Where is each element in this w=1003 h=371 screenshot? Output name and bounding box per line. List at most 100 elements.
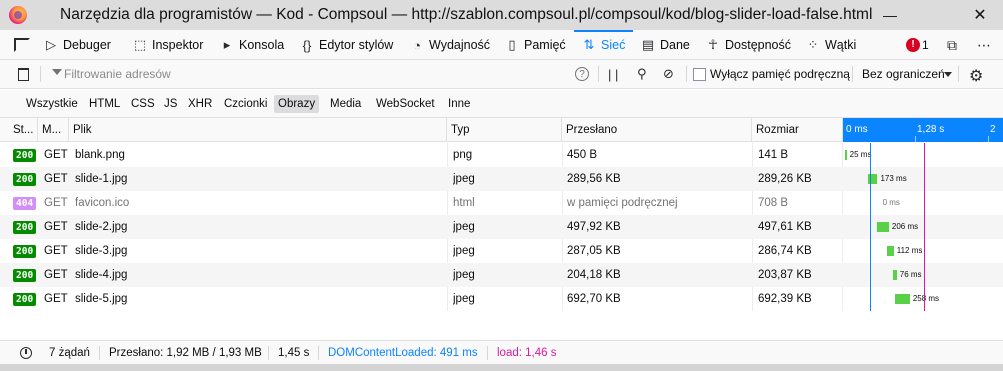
table-row[interactable]: 200 GET slide-1.jpg jpeg 289,56 KB 289,2…: [0, 167, 1003, 191]
finish-time: 1,45 s: [278, 347, 310, 359]
clear-log-icon[interactable]: [18, 68, 29, 81]
file-cell: slide-3.jpg: [75, 245, 128, 257]
dock-icon[interactable]: ⧉: [947, 30, 957, 60]
waterfall-tick: 0 ms: [846, 124, 868, 135]
table-row[interactable]: 200 GET slide-5.jpg jpeg 692,70 KB 692,3…: [0, 287, 1003, 311]
dom-content-loaded-marker: [870, 143, 871, 311]
table-row[interactable]: 200 GET slide-3.jpg jpeg 287,05 KB 286,7…: [0, 239, 1003, 263]
tab-performance[interactable]: ◔ Wydajność: [410, 30, 490, 60]
column-transferred[interactable]: Przesłano: [562, 118, 752, 142]
filter-other-button[interactable]: Inne: [444, 95, 474, 113]
file-cell: favicon.ico: [75, 197, 130, 209]
tab-label: Wydajność: [429, 38, 491, 52]
help-icon[interactable]: ?: [575, 67, 589, 81]
tab-inspector[interactable]: ⬚ Inspektor: [133, 30, 204, 60]
filter-js-button[interactable]: JS: [160, 95, 181, 113]
minimize-button[interactable]: —: [867, 0, 913, 30]
tab-debugger[interactable]: ▷ Debuger: [44, 30, 111, 60]
filter-websocket-button[interactable]: WebSocket: [372, 95, 439, 113]
type-cell: jpeg: [453, 293, 475, 305]
search-icon[interactable]: ⚲: [637, 65, 647, 83]
column-file[interactable]: Plik: [69, 118, 447, 142]
table-row[interactable]: 200 GET slide-2.jpg jpeg 497,92 KB 497,6…: [0, 215, 1003, 239]
toolbox-tabs: ▷ Debuger ⬚ Inspektor ▸ Konsola {} Edyto…: [0, 30, 1003, 60]
stopwatch-icon[interactable]: [20, 347, 32, 359]
type-cell: jpeg: [453, 269, 475, 281]
filter-icon: [52, 69, 62, 75]
tab-label: Sieć: [601, 38, 626, 52]
column-method[interactable]: M...: [38, 118, 69, 142]
column-size[interactable]: Rozmiar: [752, 118, 843, 142]
duration-label: 25 ms: [849, 150, 872, 159]
divider: [268, 346, 269, 360]
divider: [598, 66, 599, 82]
pause-icon[interactable]: | |: [608, 65, 618, 83]
table-row[interactable]: 404 GET favicon.ico html w pamięci podrę…: [0, 191, 1003, 215]
tab-label: Wątki: [825, 38, 857, 52]
column-type[interactable]: Typ: [447, 118, 562, 142]
file-cell: slide-4.jpg: [75, 269, 128, 281]
filter-html-button[interactable]: HTML: [85, 95, 124, 113]
type-cell: png: [453, 149, 473, 161]
table-row[interactable]: 200 GET slide-4.jpg jpeg 204,18 KB 203,8…: [0, 263, 1003, 287]
status-badge: 200: [13, 221, 37, 234]
tab-memory[interactable]: ▯ Pamięć: [505, 30, 565, 60]
tab-label: Dane: [660, 38, 690, 52]
tab-style-editor[interactable]: {} Edytor stylów: [300, 30, 394, 60]
url-filter-input[interactable]: [64, 65, 564, 83]
duration-label: 206 ms: [891, 222, 919, 231]
filter-media-button[interactable]: Media: [326, 95, 365, 113]
transferred-cell: w pamięci podręcznej: [567, 197, 678, 209]
duration-label: 112 ms: [896, 246, 923, 255]
close-button[interactable]: ✕: [957, 0, 1003, 30]
method-cell: GET: [44, 245, 68, 257]
tab-network[interactable]: ⇅ Sieć: [573, 30, 634, 60]
filter-xhr-button[interactable]: XHR: [184, 95, 216, 113]
transferred-cell: 450 B: [567, 149, 598, 161]
tab-console[interactable]: ▸ Konsola: [220, 30, 284, 60]
console-icon: ▸: [223, 37, 231, 52]
column-waterfall[interactable]: 0 ms 1,28 s 2: [843, 118, 1003, 142]
status-badge: 200: [13, 149, 37, 162]
size-cell: 692,39 KB: [758, 293, 812, 305]
divider: [487, 346, 488, 360]
size-cell: 141 B: [758, 149, 789, 161]
column-status[interactable]: St...: [9, 118, 38, 142]
disable-cache-checkbox[interactable]: [693, 68, 706, 81]
filter-fonts-button[interactable]: Czcionki: [220, 95, 271, 113]
duration-label: 76 ms: [899, 270, 922, 279]
block-icon[interactable]: ⊘: [663, 65, 674, 83]
accessibility-icon: ☥: [708, 37, 718, 52]
gear-icon[interactable]: ⚙: [969, 66, 983, 86]
element-picker-icon[interactable]: [14, 38, 30, 52]
table-row[interactable]: 200 GET blank.png png 450 B 141 B 25 ms: [0, 143, 1003, 167]
window-title: Narzędzia dla programistów — Kod - Comps…: [60, 6, 873, 23]
tab-accessibility[interactable]: ☥ Dostępność: [706, 30, 791, 60]
title-bar: Narzędzia dla programistów — Kod - Comps…: [0, 0, 1003, 30]
tab-threads[interactable]: ⁘ Wątki: [806, 30, 857, 60]
more-options-icon[interactable]: ⋯: [977, 30, 991, 60]
divider: [40, 66, 41, 82]
transferred-cell: 692,70 KB: [567, 293, 621, 305]
tab-label: Dostępność: [725, 38, 792, 52]
request-type-filters: Wszystkie HTML CSS JS XHR Czcionki Obraz…: [0, 90, 1003, 118]
throttling-select[interactable]: Bez ograniczeń: [862, 67, 945, 81]
status-badge: 200: [13, 269, 37, 282]
filter-images-button[interactable]: Obrazy: [274, 95, 320, 113]
tab-label: Debuger: [63, 38, 111, 52]
tab-storage[interactable]: ▤ Dane: [641, 30, 690, 60]
network-icon: ⇅: [583, 37, 595, 52]
network-filter-toolbar: ? | | ⚲ ⊘ Wyłącz pamięć podręczną Bez og…: [0, 60, 1003, 89]
duration-label: 173 ms: [880, 174, 907, 183]
divider: [852, 66, 853, 82]
status-badge: 404: [13, 197, 37, 210]
tab-label: Edytor stylów: [319, 38, 394, 52]
transferred-cell: 287,05 KB: [567, 245, 621, 257]
tab-label: Inspektor: [152, 38, 204, 52]
duration-label: 258 ms: [912, 294, 940, 303]
filter-css-button[interactable]: CSS: [127, 95, 159, 113]
method-cell: GET: [44, 197, 68, 209]
filter-all-button[interactable]: Wszystkie: [22, 95, 82, 113]
file-cell: blank.png: [75, 149, 125, 161]
error-icon[interactable]: !: [906, 38, 920, 52]
